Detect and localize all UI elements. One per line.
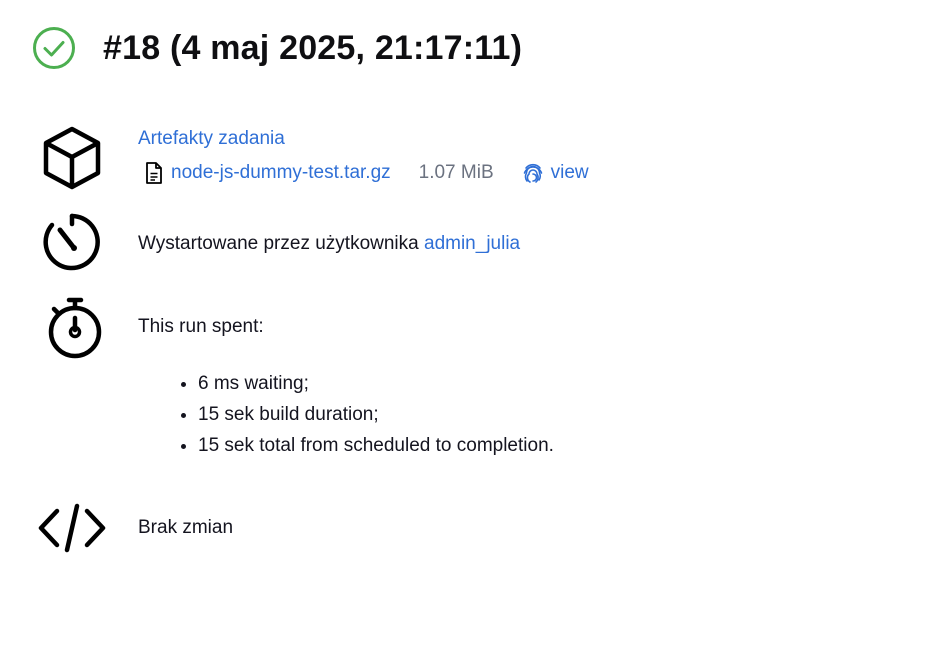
success-check-circle-icon <box>33 27 75 69</box>
artifacts-row <box>36 122 108 194</box>
build-header: #18 (4 maj 2025, 21:17:11) <box>32 26 522 70</box>
changes-text: Brak zmian <box>138 517 234 538</box>
spent-row <box>36 292 108 364</box>
artifact-item: node-js-dummy-test.tar.gz 1.07 MiB view <box>144 161 589 185</box>
list-item: 15 sek build duration; <box>198 399 554 430</box>
file-icon <box>146 162 162 184</box>
started-by-text: Wystartowane przez użytkownika <box>138 233 424 254</box>
artifact-file-link[interactable]: node-js-dummy-test.tar.gz <box>171 162 391 184</box>
list-item: 15 sek total from scheduled to completio… <box>198 430 554 461</box>
user-link[interactable]: admin_julia <box>424 233 520 254</box>
artifact-file-size: 1.07 MiB <box>418 162 494 183</box>
timer-icon <box>36 206 108 278</box>
fingerprint-view-link[interactable]: view <box>551 162 589 184</box>
page-title: #18 (4 maj 2025, 21:17:11) <box>103 28 523 67</box>
artifacts-link[interactable]: Artefakty zadania <box>138 128 285 150</box>
stopwatch-icon <box>36 292 108 364</box>
list-item: 6 ms waiting; <box>198 368 554 399</box>
spent-list: 6 ms waiting; 15 sek build duration; 15 … <box>178 368 554 461</box>
spent-title: This run spent: <box>138 316 264 337</box>
started-row <box>36 206 108 278</box>
fingerprint-icon[interactable] <box>522 161 544 185</box>
started-by: Wystartowane przez użytkownika admin_jul… <box>138 233 520 255</box>
package-icon <box>36 122 108 194</box>
code-icon <box>36 492 108 564</box>
changes-row <box>36 492 108 564</box>
